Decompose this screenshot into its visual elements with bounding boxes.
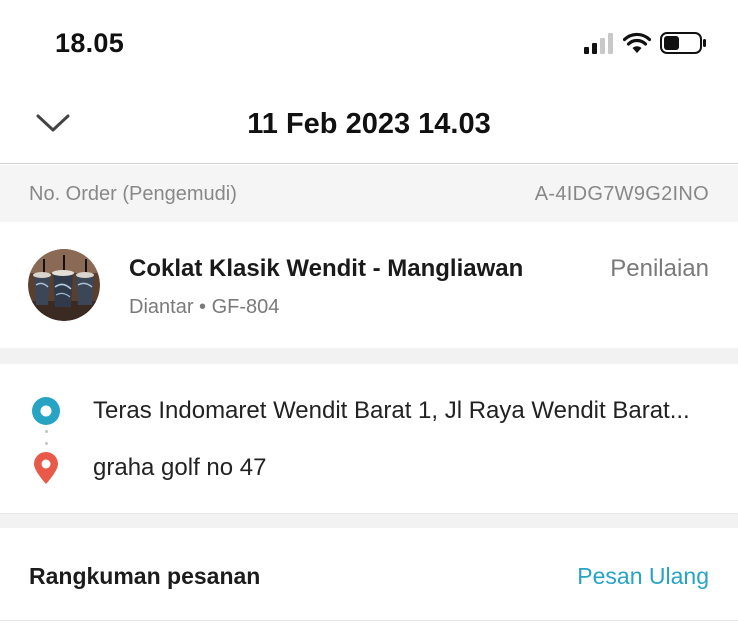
merchant-card: Coklat Klasik Wendit - Mangliawan Dianta… — [0, 222, 738, 348]
battery-icon — [660, 31, 708, 60]
wifi-icon — [622, 32, 652, 59]
section-divider — [0, 514, 738, 528]
status-time: 18.05 — [55, 28, 125, 58]
destination-pin-icon — [32, 451, 60, 485]
reorder-button[interactable]: Pesan Ulang — [577, 563, 709, 590]
header: 11 Feb 2023 14.03 — [0, 88, 738, 164]
divider — [0, 620, 738, 621]
merchant-name: Coklat Klasik Wendit - Mangliawan — [129, 255, 524, 282]
order-summary-title: Rangkuman pesanan — [29, 563, 261, 589]
pickup-location-icon — [31, 396, 61, 426]
signal-icon — [584, 32, 614, 59]
delivery-status: Diantar • GF-804 — [129, 296, 280, 318]
status-icons — [584, 30, 708, 60]
rating-button[interactable]: Penilaian — [610, 255, 709, 283]
order-number-value: A-4IDG7W9G2INO — [534, 183, 709, 205]
merchant-avatar — [28, 249, 100, 321]
order-number-row: No. Order (Pengemudi) A-4IDG7W9G2INO — [0, 165, 738, 222]
destination-address: graha golf no 47 — [93, 454, 267, 481]
pickup-address: Teras Indomaret Wendit Barat 1, Jl Raya … — [93, 397, 690, 424]
section-divider — [0, 348, 738, 364]
route-section: Teras Indomaret Wendit Barat 1, Jl Raya … — [0, 364, 738, 514]
order-number-label: No. Order (Pengemudi) — [29, 183, 237, 205]
status-bar: 18.05 — [0, 0, 738, 88]
page-title: 11 Feb 2023 14.03 — [247, 108, 491, 140]
order-summary-section: Rangkuman pesanan Pesan Ulang — [0, 528, 738, 623]
